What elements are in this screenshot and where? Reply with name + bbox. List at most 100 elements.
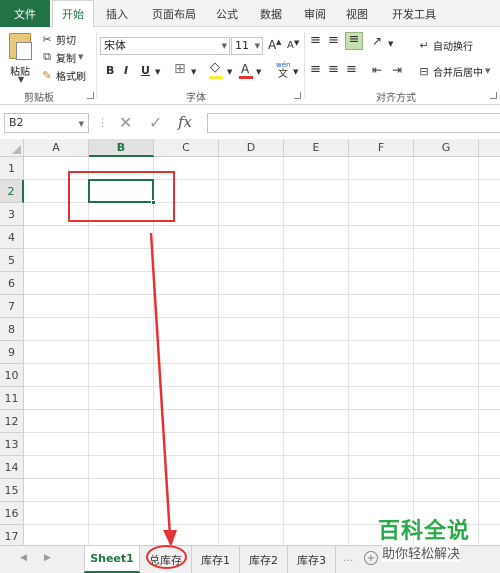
file-tab[interactable]: 文件 [0,0,50,27]
formula-bar-grip-icon: ⋮ [97,116,108,129]
column-header-c[interactable]: C [154,139,219,157]
row-header-17[interactable]: 17 [0,525,24,545]
watermark-logo: 百科全说 助你轻松解决 [378,513,496,569]
row-header-7[interactable]: 7 [0,295,24,318]
tab-home[interactable]: 开始 [52,0,94,28]
row-header-2[interactable]: 2 [0,180,24,203]
row-header-15[interactable]: 15 [0,479,24,502]
insert-function-icon[interactable]: fx [178,112,192,132]
clipboard-launcher-icon[interactable] [87,92,94,99]
fill-color-dropdown-icon[interactable]: ▼ [227,65,232,79]
format-painter-button[interactable]: ✎ 格式刷 [40,67,86,83]
clipboard-group-label: 剪贴板 [24,93,54,104]
row-header-5[interactable]: 5 [0,249,24,272]
row-header-14[interactable]: 14 [0,456,24,479]
column-header-b[interactable]: B [89,139,154,157]
wrap-text-icon: ↵ [419,38,429,52]
group-divider [304,32,305,98]
column-header-partial[interactable] [479,139,500,157]
orientation-icon[interactable]: ↗ [372,34,382,48]
row-header-12[interactable]: 12 [0,410,24,433]
formula-input[interactable] [207,113,500,133]
row-header-4[interactable]: 4 [0,226,24,249]
tab-view[interactable]: 视图 [338,0,376,27]
copy-icon: ⧉ [43,50,51,63]
row-header-8[interactable]: 8 [0,318,24,341]
bold-button[interactable]: B [106,64,114,78]
name-box[interactable]: B2 ▼ [4,113,89,133]
paste-dropdown-icon[interactable]: ▼ [18,75,24,84]
align-center-icon[interactable]: ≡ [328,63,339,77]
paste-button[interactable]: 粘贴 ▼ [6,31,36,85]
next-sheet-icon[interactable]: ▶ [44,553,51,563]
column-header-a[interactable]: A [24,139,89,157]
font-size-select[interactable]: 11 ▼ [231,37,263,55]
prev-sheet-icon[interactable]: ◀ [20,553,27,563]
add-sheet-icon[interactable]: + [364,551,378,565]
merge-dropdown-icon[interactable]: ▼ [485,67,490,75]
merge-center-button[interactable]: ⊟ 合并后居中 ▼ [417,63,490,79]
phonetic-dropdown-icon[interactable]: ▼ [293,65,298,79]
grow-font-icon[interactable]: A [268,38,276,52]
tab-page-layout[interactable]: 页面布局 [144,0,204,27]
column-header-e[interactable]: E [284,139,349,157]
more-sheets-icon[interactable]: ... [343,551,354,564]
name-box-value: B2 [9,116,24,129]
sheet-tab-inventory2[interactable]: 库存2 [240,546,288,573]
font-color-dropdown-icon[interactable]: ▼ [256,65,261,79]
row-header-10[interactable]: 10 [0,364,24,387]
font-color-icon[interactable]: A [241,62,249,76]
underline-button[interactable]: U [141,64,150,78]
chevron-down-icon: ▼ [254,42,260,50]
cancel-icon[interactable]: ✕ [119,113,132,133]
column-header-g[interactable]: G [414,139,479,157]
fill-color-icon[interactable]: ◇ [210,61,220,75]
align-top-icon[interactable]: ≡ [310,34,321,48]
sheet-tab-sheet1[interactable]: Sheet1 [84,546,140,573]
fill-color-bar [209,76,223,79]
enter-icon[interactable]: ✓ [149,113,162,133]
tab-insert[interactable]: 插入 [98,0,136,27]
border-dropdown-icon[interactable]: ▼ [191,65,196,79]
align-middle-icon[interactable]: ≡ [328,34,339,48]
grid-row-line [24,317,500,318]
row-header-16[interactable]: 16 [0,502,24,525]
column-header-f[interactable]: F [349,139,414,157]
row-header-9[interactable]: 9 [0,341,24,364]
copy-button[interactable]: ⧉ 复制 ▼ [40,49,83,65]
font-name-select[interactable]: 宋体 ▼ [100,37,230,55]
sheet-tab-inventory1[interactable]: 库存1 [192,546,240,573]
border-icon[interactable]: ⊞ [174,62,186,76]
row-header-13[interactable]: 13 [0,433,24,456]
row-header-3[interactable]: 3 [0,203,24,226]
row-header-11[interactable]: 11 [0,387,24,410]
row-header-6[interactable]: 6 [0,272,24,295]
italic-button[interactable]: I [124,64,128,78]
row-header-1[interactable]: 1 [0,157,24,180]
tab-developer[interactable]: 开发工具 [384,0,444,27]
increase-indent-icon[interactable]: ⇥ [392,63,402,77]
font-launcher-icon[interactable] [294,92,301,99]
select-all-button[interactable] [0,139,24,157]
tab-data[interactable]: 数据 [252,0,290,27]
align-left-icon[interactable]: ≡ [310,63,321,77]
align-right-icon[interactable]: ≡ [346,63,357,77]
formula-bar: B2 ▼ ⋮ ✕ ✓ fx [0,110,500,136]
sheet-tab-inventory3[interactable]: 库存3 [288,546,336,573]
orientation-dropdown-icon[interactable]: ▼ [388,37,393,51]
grid-row-line [24,501,500,502]
underline-dropdown-icon[interactable]: ▼ [155,65,160,79]
tab-formulas[interactable]: 公式 [208,0,246,27]
align-bottom-icon[interactable]: ≡ [345,32,363,50]
column-header-d[interactable]: D [219,139,284,157]
grid-row-line [24,386,500,387]
alignment-launcher-icon[interactable] [490,92,497,99]
decrease-indent-icon[interactable]: ⇤ [372,63,382,77]
copy-dropdown-icon[interactable]: ▼ [78,53,83,61]
group-divider [96,32,97,98]
cut-button[interactable]: ✂ 剪切 [40,31,76,47]
grid-row-line [24,455,500,456]
shrink-font-icon[interactable]: A [287,39,294,53]
wrap-text-button[interactable]: ↵ 自动换行 [417,37,473,53]
tab-review[interactable]: 审阅 [296,0,334,27]
